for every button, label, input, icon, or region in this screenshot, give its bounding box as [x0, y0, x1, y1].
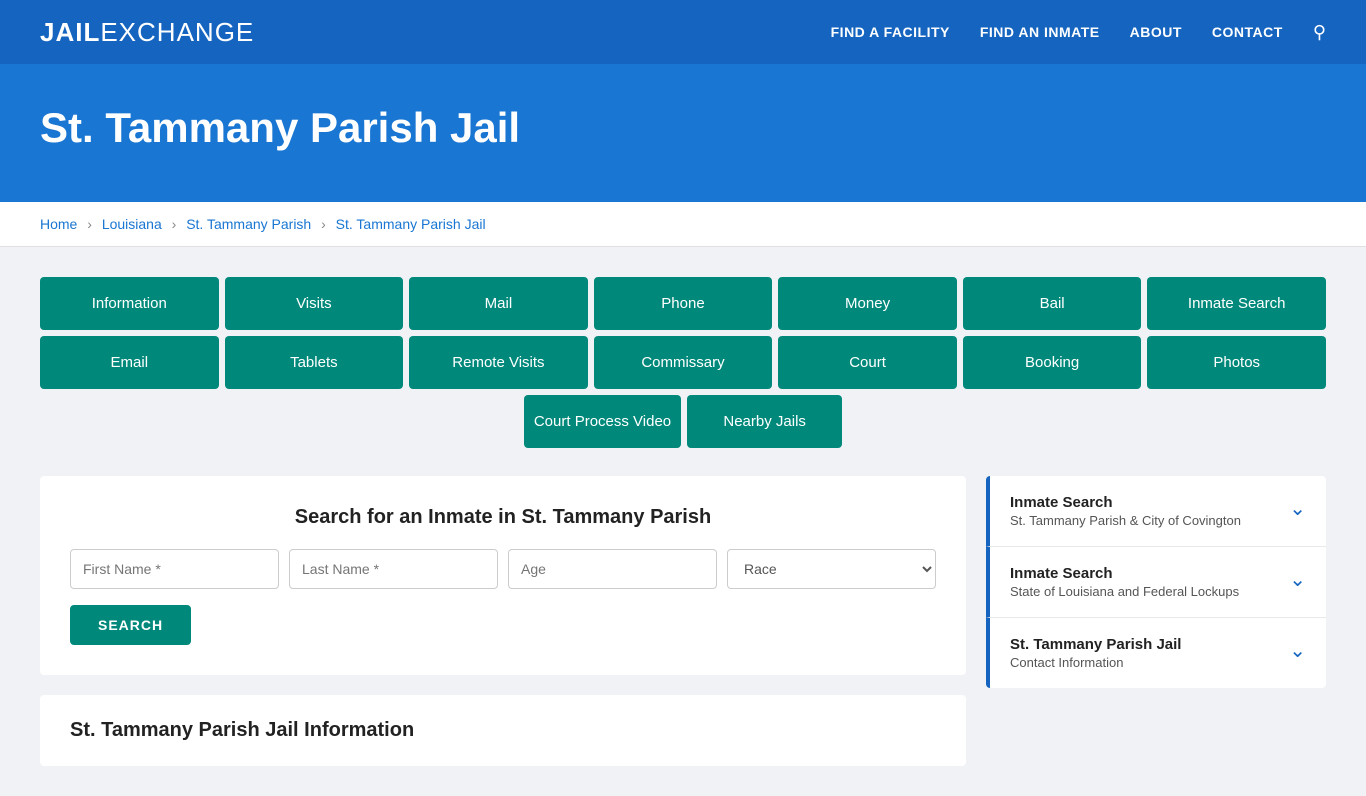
chevron-down-icon-2: ⌄ [1289, 567, 1306, 592]
breadcrumb: Home › Louisiana › St. Tammany Parish › … [0, 202, 1366, 247]
sidebar-item-parish[interactable]: Inmate Search St. Tammany Parish & City … [986, 476, 1326, 547]
tab-money[interactable]: Money [778, 277, 957, 330]
sidebar-card: Inmate Search St. Tammany Parish & City … [986, 476, 1326, 688]
breadcrumb-jail: St. Tammany Parish Jail [336, 216, 486, 232]
tabs-row-3: Court Process Video Nearby Jails [40, 395, 1326, 448]
first-name-input[interactable] [70, 549, 279, 589]
tab-nearby-jails[interactable]: Nearby Jails [687, 395, 842, 448]
tab-information[interactable]: Information [40, 277, 219, 330]
tab-court[interactable]: Court [778, 336, 957, 389]
about-link[interactable]: ABOUT [1130, 24, 1182, 40]
tabs-row-2: Email Tablets Remote Visits Commissary C… [40, 336, 1326, 389]
breadcrumb-sep-2: › [172, 216, 177, 232]
logo-jail: JAIL [40, 17, 100, 47]
sidebar: Inmate Search St. Tammany Parish & City … [986, 476, 1326, 692]
tab-mail[interactable]: Mail [409, 277, 588, 330]
site-header: JAILEXCHANGE FIND A FACILITY FIND AN INM… [0, 0, 1366, 64]
sidebar-item-contact[interactable]: St. Tammany Parish Jail Contact Informat… [986, 618, 1326, 688]
sidebar-state-title: Inmate Search [1010, 565, 1239, 582]
sidebar-state-subtitle: State of Louisiana and Federal Lockups [1010, 584, 1239, 599]
tab-email[interactable]: Email [40, 336, 219, 389]
breadcrumb-home[interactable]: Home [40, 216, 77, 232]
search-icon-button[interactable]: ⚲ [1313, 22, 1326, 43]
hero-section: St. Tammany Parish Jail [0, 64, 1366, 202]
tab-inmate-search[interactable]: Inmate Search [1147, 277, 1326, 330]
last-name-input[interactable] [289, 549, 498, 589]
race-select[interactable]: Race White Black Hispanic Asian Other [727, 549, 936, 589]
tab-phone[interactable]: Phone [594, 277, 773, 330]
left-column: Search for an Inmate in St. Tammany Pari… [40, 476, 966, 766]
breadcrumb-parish[interactable]: St. Tammany Parish [186, 216, 311, 232]
sidebar-parish-title: Inmate Search [1010, 494, 1241, 511]
search-fields: Race White Black Hispanic Asian Other [70, 549, 936, 589]
breadcrumb-sep-1: › [87, 216, 92, 232]
tab-visits[interactable]: Visits [225, 277, 404, 330]
logo-exchange: EXCHANGE [100, 17, 254, 47]
tab-commissary[interactable]: Commissary [594, 336, 773, 389]
search-title: Search for an Inmate in St. Tammany Pari… [70, 506, 936, 529]
content-area: Information Visits Mail Phone Money Bail… [0, 247, 1366, 796]
find-facility-link[interactable]: FIND A FACILITY [831, 24, 950, 40]
page-title: St. Tammany Parish Jail [40, 104, 1326, 152]
contact-link[interactable]: CONTACT [1212, 24, 1283, 40]
tab-tablets[interactable]: Tablets [225, 336, 404, 389]
tabs-row-1: Information Visits Mail Phone Money Bail… [40, 277, 1326, 330]
jail-info-title: St. Tammany Parish Jail Information [70, 719, 936, 742]
chevron-down-icon-1: ⌄ [1289, 496, 1306, 521]
site-logo[interactable]: JAILEXCHANGE [40, 17, 254, 48]
sidebar-parish-subtitle: St. Tammany Parish & City of Covington [1010, 513, 1241, 528]
tab-booking[interactable]: Booking [963, 336, 1142, 389]
chevron-down-icon-3: ⌄ [1289, 638, 1306, 663]
sidebar-contact-title: St. Tammany Parish Jail [1010, 636, 1181, 653]
age-input[interactable] [508, 549, 717, 589]
breadcrumb-sep-3: › [321, 216, 326, 232]
tab-remote-visits[interactable]: Remote Visits [409, 336, 588, 389]
sidebar-item-state[interactable]: Inmate Search State of Louisiana and Fed… [986, 547, 1326, 618]
main-with-sidebar: Search for an Inmate in St. Tammany Pari… [40, 476, 1326, 766]
main-nav: FIND A FACILITY FIND AN INMATE ABOUT CON… [831, 22, 1326, 43]
search-panel: Search for an Inmate in St. Tammany Pari… [40, 476, 966, 675]
breadcrumb-louisiana[interactable]: Louisiana [102, 216, 162, 232]
tab-bail[interactable]: Bail [963, 277, 1142, 330]
sidebar-contact-subtitle: Contact Information [1010, 655, 1181, 670]
tab-photos[interactable]: Photos [1147, 336, 1326, 389]
jail-info-section: St. Tammany Parish Jail Information [40, 695, 966, 766]
tab-court-process-video[interactable]: Court Process Video [524, 395, 681, 448]
search-button[interactable]: SEARCH [70, 605, 191, 645]
find-inmate-link[interactable]: FIND AN INMATE [980, 24, 1100, 40]
